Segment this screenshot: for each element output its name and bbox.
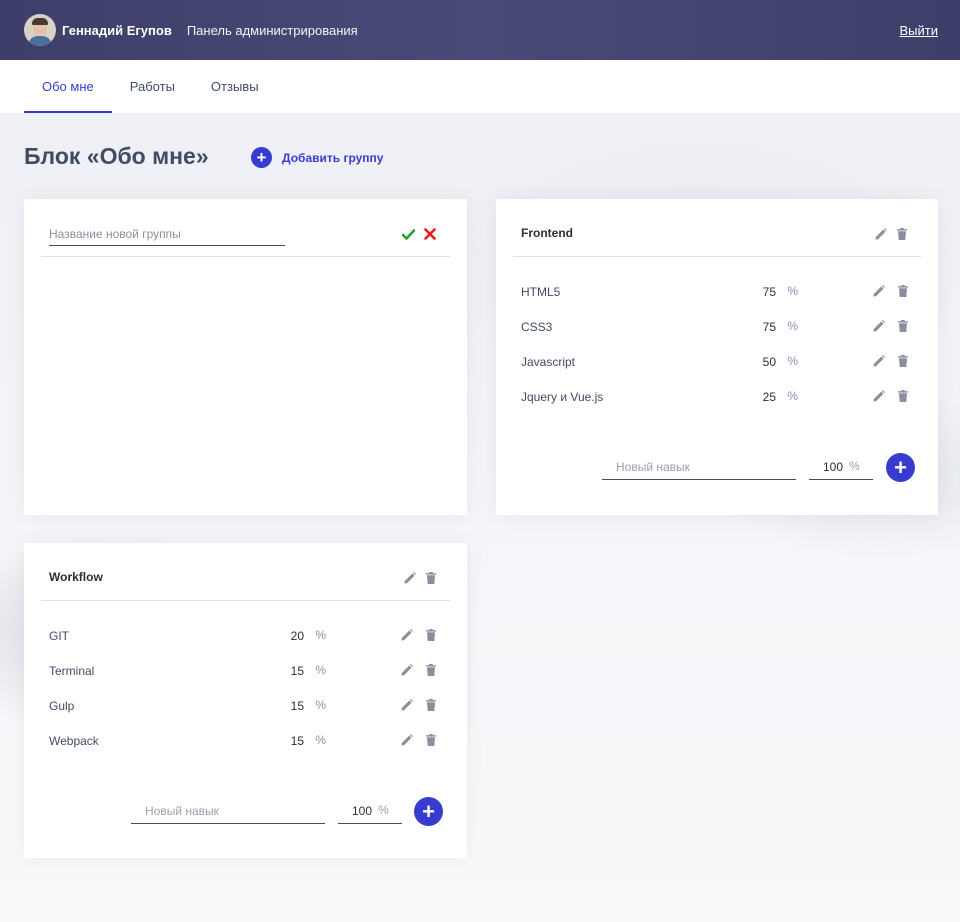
logout-link[interactable]: Выйти [900, 23, 939, 38]
skill-row: HTML5 75 % [521, 282, 911, 302]
new-skill-percent-value: 100 [823, 460, 844, 474]
percent-unit: % [378, 803, 389, 817]
skill-percent: 15 [290, 734, 304, 748]
pencil-icon[interactable] [401, 664, 413, 676]
new-skill-input[interactable] [602, 454, 796, 480]
skill-row: Javascript 50 % [521, 352, 911, 372]
skill-name: Webpack [49, 734, 99, 748]
top-header: Геннадий Егупов Панель администрирования… [0, 0, 960, 60]
group-actions [875, 228, 907, 240]
skill-row: CSS3 75 % [521, 317, 911, 337]
skill-row: Webpack 15 % [49, 731, 439, 751]
confirm-actions [402, 228, 436, 240]
trash-icon[interactable] [426, 572, 436, 584]
add-skill-button[interactable]: + [414, 797, 443, 826]
skill-name: GIT [49, 629, 69, 643]
trash-icon[interactable] [897, 228, 907, 240]
trash-icon[interactable] [426, 664, 436, 676]
card-header: Workflow [41, 543, 450, 601]
percent-unit: % [787, 319, 798, 333]
trash-icon[interactable] [426, 699, 436, 711]
new-skill-input[interactable] [131, 798, 325, 824]
tab-bar: Обо мне Работы Отзывы [0, 60, 960, 113]
skill-group-card: Workflow GIT 20 % Terminal 15 % Gulp 15 … [24, 543, 467, 858]
tab-reviews[interactable]: Отзывы [193, 60, 277, 113]
skill-name: CSS3 [521, 320, 553, 334]
add-group-button[interactable]: + Добавить группу [251, 147, 383, 168]
percent-unit: % [315, 733, 326, 747]
group-actions [404, 572, 436, 584]
trash-icon[interactable] [426, 629, 436, 641]
skill-actions [873, 285, 908, 297]
pencil-icon[interactable] [401, 629, 413, 641]
tab-works[interactable]: Работы [112, 60, 193, 113]
avatar [24, 14, 56, 46]
new-group-name-input[interactable] [49, 223, 285, 246]
skill-actions [873, 355, 908, 367]
percent-unit: % [787, 354, 798, 368]
skill-actions [873, 390, 908, 402]
group-name: Frontend [521, 226, 573, 240]
skill-row: Jquery и Vue.js 25 % [521, 387, 911, 407]
skill-actions [401, 629, 436, 641]
new-group-card [24, 199, 467, 515]
skill-name: Javascript [521, 355, 576, 369]
pencil-icon[interactable] [404, 572, 416, 584]
skill-actions [401, 699, 436, 711]
add-skill-button[interactable]: + [886, 453, 915, 482]
percent-unit: % [849, 459, 860, 473]
skill-name: HTML5 [521, 285, 561, 299]
skill-name: Gulp [49, 699, 75, 713]
user-name: Геннадий Егупов [62, 22, 172, 38]
percent-unit: % [787, 389, 798, 403]
panel-title: Панель администрирования [186, 22, 358, 38]
trash-icon[interactable] [898, 390, 908, 402]
close-icon[interactable] [424, 228, 436, 240]
skill-percent: 15 [290, 664, 304, 678]
percent-unit: % [315, 663, 326, 677]
group-name: Workflow [49, 570, 103, 584]
plus-icon: + [251, 147, 272, 168]
skill-row: GIT 20 % [49, 626, 439, 646]
skill-percent: 75 [762, 285, 776, 299]
pencil-icon[interactable] [873, 285, 885, 297]
skill-actions [401, 734, 436, 746]
skill-group-card: Frontend HTML5 75 % CSS3 75 % Javascript… [496, 199, 938, 515]
check-icon[interactable] [402, 228, 415, 240]
card-header: Frontend [513, 199, 921, 257]
trash-icon[interactable] [898, 320, 908, 332]
skill-row: Terminal 15 % [49, 661, 439, 681]
skill-percent: 50 [762, 355, 776, 369]
skill-actions [401, 664, 436, 676]
skill-percent: 15 [290, 699, 304, 713]
pencil-icon[interactable] [875, 228, 887, 240]
new-skill-percent-value: 100 [352, 804, 373, 818]
skill-row: Gulp 15 % [49, 696, 439, 716]
skill-name: Jquery и Vue.js [521, 390, 604, 404]
add-group-label: Добавить группу [282, 150, 384, 165]
trash-icon[interactable] [426, 734, 436, 746]
new-skill-percent-field[interactable]: 100 % [809, 454, 873, 480]
new-skill-percent-field[interactable]: 100 % [338, 798, 402, 824]
skill-name: Terminal [49, 664, 95, 678]
tab-about[interactable]: Обо мне [24, 60, 112, 113]
percent-unit: % [315, 628, 326, 642]
skill-percent: 75 [762, 320, 776, 334]
percent-unit: % [315, 698, 326, 712]
percent-unit: % [787, 284, 798, 298]
skill-actions [873, 320, 908, 332]
pencil-icon[interactable] [873, 355, 885, 367]
pencil-icon[interactable] [401, 699, 413, 711]
skill-percent: 25 [762, 390, 776, 404]
page-title: Блок «Обо мне» [24, 143, 209, 169]
trash-icon[interactable] [898, 355, 908, 367]
skill-percent: 20 [290, 629, 304, 643]
card-header [41, 199, 450, 257]
pencil-icon[interactable] [401, 734, 413, 746]
trash-icon[interactable] [898, 285, 908, 297]
pencil-icon[interactable] [873, 390, 885, 402]
pencil-icon[interactable] [873, 320, 885, 332]
